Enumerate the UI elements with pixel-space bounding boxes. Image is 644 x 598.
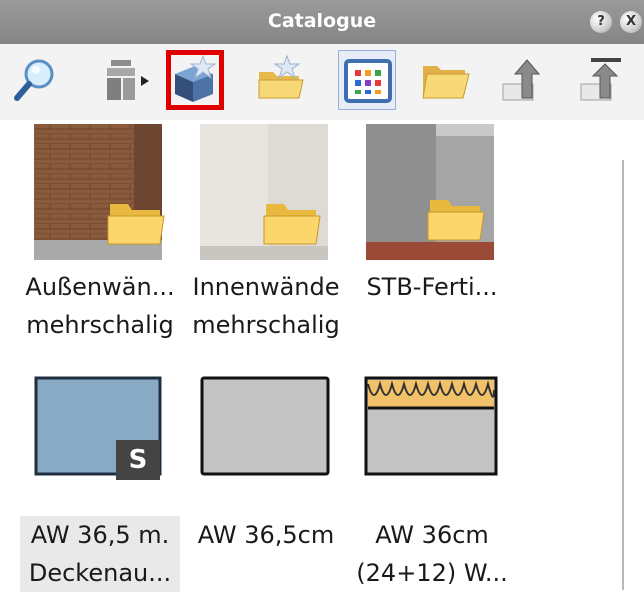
catalog-item-label: STB-Ferti...	[366, 273, 498, 301]
new-smart-part-button[interactable]	[166, 50, 224, 110]
view-palette-button[interactable]	[338, 50, 396, 110]
title-bar: Catalogue ? X	[0, 0, 644, 44]
search-button[interactable]	[6, 50, 64, 110]
help-button[interactable]: ?	[590, 11, 612, 33]
transfer-icon	[107, 60, 149, 100]
concrete-wall-folder-icon	[366, 124, 494, 260]
new-smart-part-icon	[175, 54, 217, 102]
open-folder-icon	[422, 66, 470, 99]
up-arrow-icon	[502, 59, 541, 101]
scrollbar-track[interactable]	[622, 160, 624, 590]
search-icon	[14, 59, 54, 101]
grey-rect-icon	[200, 376, 330, 476]
plaster-wall-folder-icon	[200, 124, 328, 260]
open-folder-button[interactable]	[414, 50, 472, 110]
window-title: Catalogue	[267, 10, 377, 32]
toolbar	[0, 44, 644, 121]
insulation-rect-icon	[364, 376, 498, 476]
catalog-content: Außenwän... mehrschalig Innenwände mehrs…	[0, 120, 600, 598]
new-folder-button[interactable]	[252, 50, 310, 110]
s-badge: S	[128, 445, 148, 475]
transfer-button[interactable]	[94, 50, 152, 110]
vertical-scrollbar[interactable]	[600, 120, 644, 598]
catalog-item-label: Außenwän... mehrschalig	[25, 273, 175, 339]
brick-wall-folder-icon	[34, 124, 165, 260]
catalog-item-label: Innenwände mehrschalig	[192, 273, 340, 339]
up-top-arrow-icon	[580, 58, 621, 101]
catalog-item-label: AW 36cm (24+12) W...	[356, 521, 508, 587]
up-top-button[interactable]	[572, 50, 630, 110]
new-folder-star-icon	[258, 54, 304, 99]
catalog-item-label: AW 36,5cm	[197, 521, 335, 549]
view-palette-icon	[344, 59, 392, 103]
catalog-item-label: AW 36,5 m. Deckenau...	[20, 516, 180, 592]
close-button[interactable]: X	[620, 11, 642, 33]
up-button[interactable]	[494, 50, 552, 110]
